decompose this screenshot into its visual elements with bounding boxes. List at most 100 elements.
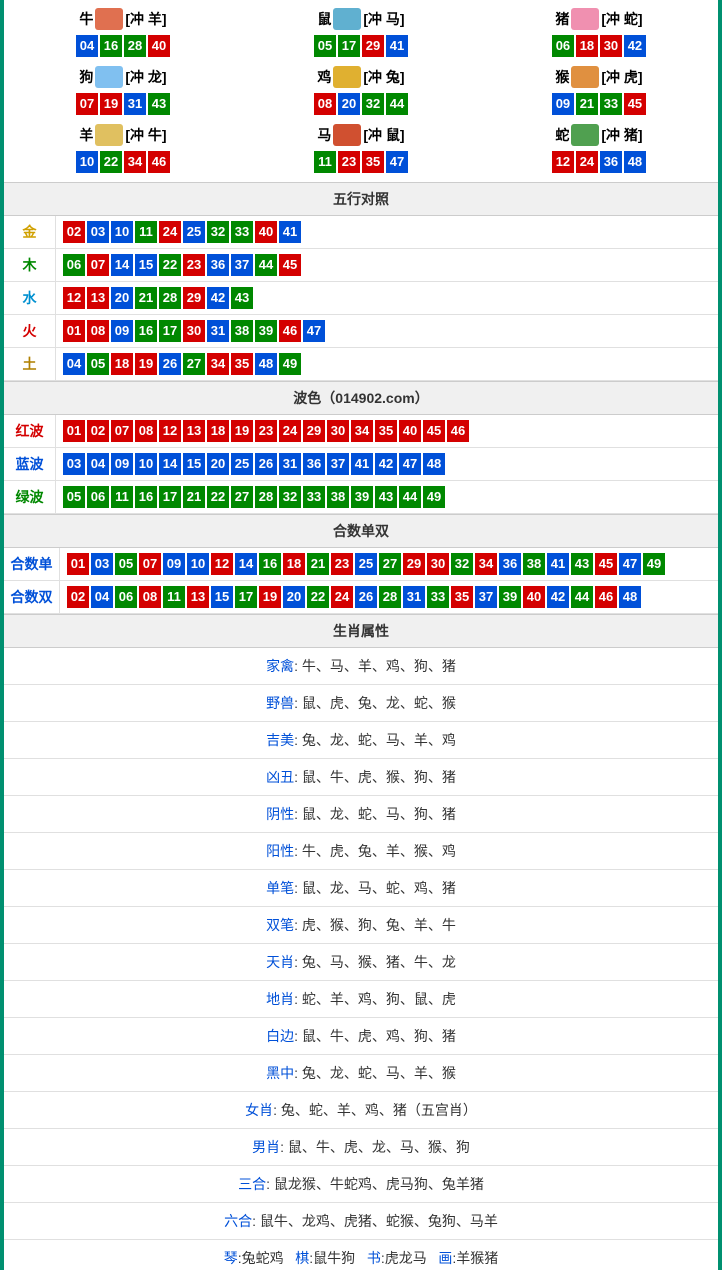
number-ball: 32 (207, 221, 229, 243)
attr-rows: 家禽: 牛、马、羊、鸡、狗、猪 野兽: 鼠、虎、兔、龙、蛇、猴 吉美: 兔、龙、… (4, 648, 718, 1270)
data-row: 红波 0102070812131819232429303435404546 (4, 415, 718, 448)
zodiac-cell: 羊 [冲 牛] 10223446 (4, 120, 242, 178)
number-ball: 29 (362, 35, 384, 57)
zodiac-name: 狗 (79, 67, 93, 87)
zodiac-cell: 马 [冲 鼠] 11233547 (242, 120, 480, 178)
attr-key: 白边 (266, 1028, 294, 1044)
number-ball: 33 (427, 586, 449, 608)
number-ball: 27 (379, 553, 401, 575)
number-ball: 05 (87, 353, 109, 375)
zodiac-cell: 牛 [冲 羊] 04162840 (4, 4, 242, 62)
zodiac-name: 猴 (555, 67, 569, 87)
number-ball: 04 (87, 453, 109, 475)
number-ball: 07 (76, 93, 98, 115)
zodiac-balls: 07193143 (4, 92, 242, 116)
zodiac-name: 牛 (79, 9, 93, 29)
number-ball: 31 (403, 586, 425, 608)
zodiac-clash: [冲 兔] (363, 67, 404, 87)
row-label: 绿波 (4, 481, 56, 513)
number-ball: 03 (63, 453, 85, 475)
number-ball: 39 (255, 320, 277, 342)
number-ball: 18 (207, 420, 229, 442)
number-ball: 47 (386, 151, 408, 173)
heshu-rows: 合数单 010305070910121416182123252729303234… (4, 548, 718, 614)
number-ball: 21 (183, 486, 205, 508)
row-balls: 0204060811131517192022242628313335373940… (60, 581, 718, 613)
attr-val: 虎、猴、狗、兔、羊、牛 (302, 917, 456, 933)
row-label: 蓝波 (4, 448, 56, 480)
attr-row: 六合: 鼠牛、龙鸡、虎猪、蛇猴、兔狗、马羊 (4, 1203, 718, 1240)
number-ball: 07 (111, 420, 133, 442)
number-ball: 05 (63, 486, 85, 508)
zodiac-icon (333, 66, 361, 88)
attr-val: 兔、马、猴、猪、牛、龙 (302, 954, 456, 970)
number-ball: 24 (159, 221, 181, 243)
number-ball: 02 (87, 420, 109, 442)
attr-val: 鼠牛、龙鸡、虎猪、蛇猴、兔狗、马羊 (260, 1213, 498, 1229)
number-ball: 01 (63, 320, 85, 342)
qin-val: 羊猴猪 (456, 1250, 498, 1266)
attr-key: 凶丑 (266, 769, 294, 785)
number-ball: 19 (135, 353, 157, 375)
number-ball: 04 (91, 586, 113, 608)
number-ball: 32 (279, 486, 301, 508)
zodiac-icon (95, 124, 123, 146)
zodiac-title: 猴 [冲 虎] (480, 66, 718, 88)
number-ball: 10 (111, 221, 133, 243)
number-ball: 19 (259, 586, 281, 608)
number-ball: 09 (111, 453, 133, 475)
row-balls: 0108091617303138394647 (56, 315, 718, 347)
number-ball: 17 (159, 486, 181, 508)
attr-key: 阳性 (266, 843, 294, 859)
number-ball: 42 (547, 586, 569, 608)
number-ball: 01 (67, 553, 89, 575)
number-ball: 18 (576, 35, 598, 57)
zodiac-name: 羊 (79, 125, 93, 145)
attr-row: 双笔: 虎、猴、狗、兔、羊、牛 (4, 907, 718, 944)
number-ball: 11 (314, 151, 336, 173)
zodiac-balls: 11233547 (242, 150, 480, 174)
row-label: 合数双 (4, 581, 60, 613)
number-ball: 46 (447, 420, 469, 442)
number-ball: 46 (595, 586, 617, 608)
data-row: 金 02031011242532334041 (4, 216, 718, 249)
number-ball: 43 (148, 93, 170, 115)
number-ball: 33 (303, 486, 325, 508)
qin-val: 兔蛇鸡 (242, 1250, 284, 1266)
number-ball: 35 (451, 586, 473, 608)
number-ball: 39 (499, 586, 521, 608)
attr-key: 单笔 (266, 880, 294, 896)
zodiac-balls: 09213345 (480, 92, 718, 116)
number-ball: 45 (423, 420, 445, 442)
row-label: 木 (4, 249, 56, 281)
number-ball: 19 (100, 93, 122, 115)
number-ball: 34 (351, 420, 373, 442)
zodiac-balls: 12243648 (480, 150, 718, 174)
number-ball: 13 (87, 287, 109, 309)
number-ball: 44 (399, 486, 421, 508)
zodiac-balls: 05172941 (242, 34, 480, 58)
number-ball: 16 (135, 486, 157, 508)
zodiac-cell: 猪 [冲 蛇] 06183042 (480, 4, 718, 62)
zodiac-name: 鸡 (317, 67, 331, 87)
zodiac-clash: [冲 牛] (125, 125, 166, 145)
number-ball: 40 (399, 420, 421, 442)
zodiac-title: 马 [冲 鼠] (242, 124, 480, 146)
zodiac-balls: 06183042 (480, 34, 718, 58)
number-ball: 45 (624, 93, 646, 115)
number-ball: 46 (148, 151, 170, 173)
bose-header: 波色（014902.com） (4, 381, 718, 415)
attr-key: 阴性 (266, 806, 294, 822)
number-ball: 42 (207, 287, 229, 309)
zodiac-title: 鸡 [冲 兔] (242, 66, 480, 88)
number-ball: 29 (183, 287, 205, 309)
number-ball: 31 (207, 320, 229, 342)
row-label: 火 (4, 315, 56, 347)
zodiac-cell: 蛇 [冲 猪] 12243648 (480, 120, 718, 178)
zodiac-clash: [冲 鼠] (363, 125, 404, 145)
wuxing-rows: 金 02031011242532334041 木 060714152223363… (4, 216, 718, 381)
number-ball: 20 (207, 453, 229, 475)
qin-key: 琴 (224, 1250, 238, 1266)
number-ball: 20 (338, 93, 360, 115)
zodiac-icon (333, 124, 361, 146)
